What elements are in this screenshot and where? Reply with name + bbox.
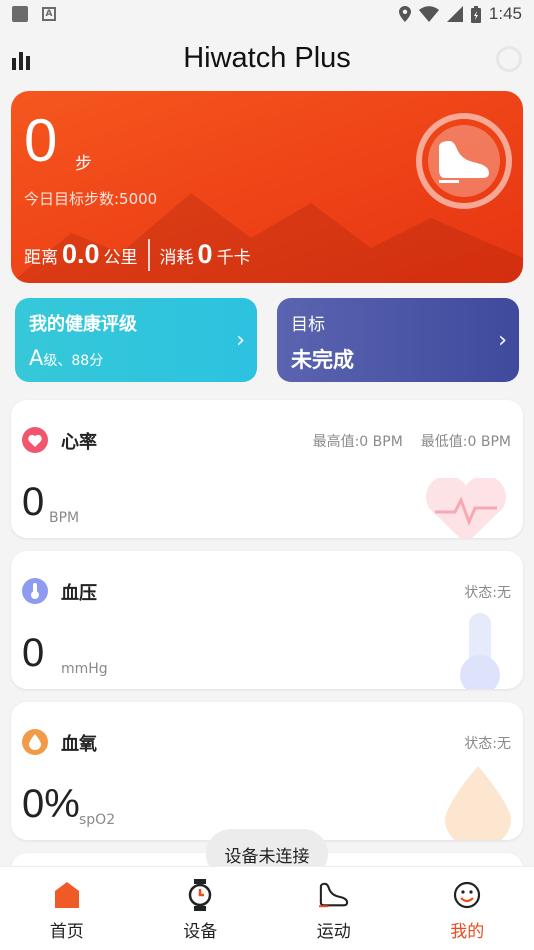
- sync-icon[interactable]: [496, 46, 522, 72]
- heart-icon: [22, 427, 48, 453]
- location-icon: [398, 6, 411, 22]
- heart-rate-unit: BPM: [49, 510, 80, 526]
- distance-unit: 公里: [103, 248, 138, 268]
- heart-watermark-icon: [425, 478, 507, 538]
- clock: 1:45: [488, 4, 522, 23]
- chevron-right-icon: ›: [498, 328, 507, 353]
- nav-home-label: 首页: [49, 922, 84, 942]
- oxygen-icon: [22, 729, 48, 755]
- health-grade-suffix: 级、88分: [43, 353, 104, 369]
- calories-value: 0: [197, 239, 213, 269]
- blood-oxygen-card[interactable]: 血氧 状态:无 0% spO2: [11, 702, 523, 840]
- distance-calories-row: 距离 0.0 公里 消耗 0 千卡: [24, 239, 251, 271]
- target-status: 未完成: [291, 348, 354, 372]
- nav-device-label: 设备: [183, 922, 218, 942]
- divider: [147, 239, 150, 271]
- app-header: Hiwatch Plus: [0, 40, 534, 84]
- nav-device[interactable]: 设备: [134, 867, 268, 950]
- heart-rate-value: 0: [22, 480, 45, 524]
- notification-icon: [12, 6, 28, 22]
- health-rating-card[interactable]: 我的健康评级 A级、88分 ›: [15, 298, 257, 382]
- app-title: Hiwatch Plus: [183, 42, 351, 74]
- nav-mine[interactable]: 我的: [401, 867, 534, 950]
- health-rating-title: 我的健康评级: [29, 314, 137, 335]
- nav-sport[interactable]: 运动: [267, 867, 401, 950]
- blood-oxygen-status: 状态:无: [464, 736, 511, 752]
- sport-shoe-icon: [318, 880, 349, 910]
- nav-home[interactable]: 首页: [0, 867, 134, 950]
- watch-icon: [185, 879, 215, 911]
- blood-oxygen-value: 0%: [22, 782, 80, 826]
- blood-pressure-status: 状态:无: [464, 585, 511, 601]
- distance-label: 距离: [24, 248, 58, 268]
- heart-rate-range: 最高值:0 BPM 最低值:0 BPM: [313, 431, 511, 451]
- calories-label: 消耗: [159, 248, 194, 268]
- blood-pressure-unit: mmHg: [61, 661, 108, 677]
- health-grade: A: [29, 346, 44, 370]
- chevron-right-icon: ›: [236, 328, 245, 353]
- home-icon: [52, 880, 82, 910]
- steps-card[interactable]: 0 步 今日目标步数:5000 距离 0.0 公里 消耗 0 千卡: [11, 91, 523, 283]
- calories-unit: 千卡: [216, 248, 251, 268]
- health-rating-value: A级、88分: [29, 346, 103, 370]
- battery-icon: [470, 5, 481, 23]
- blood-oxygen-unit: spO2: [79, 812, 116, 828]
- smile-icon: [452, 880, 482, 910]
- distance-value: 0.0: [62, 239, 100, 269]
- wifi-icon: [418, 6, 439, 22]
- target-card[interactable]: 目标 未完成 ›: [277, 298, 519, 382]
- blood-pressure-title: 血压: [61, 583, 97, 604]
- steps-unit: 步: [75, 154, 92, 174]
- steps-goal: 今日目标步数:5000: [24, 190, 158, 208]
- steps-value: 0: [24, 107, 58, 174]
- oxygen-drop-watermark-icon: [445, 766, 511, 840]
- heart-rate-min: 最低值:0 BPM: [420, 434, 511, 450]
- nav-mine-label: 我的: [450, 922, 485, 942]
- nav-sport-label: 运动: [316, 922, 351, 942]
- shoe-icon: [416, 113, 512, 209]
- status-bar: A 1:45: [0, 0, 534, 28]
- heart-rate-card[interactable]: 心率 最高值:0 BPM 最低值:0 BPM 0 BPM: [11, 400, 523, 538]
- heart-rate-max: 最高值:0 BPM: [312, 434, 403, 450]
- blood-pressure-card[interactable]: 血压 状态:无 0 mmHg: [11, 551, 523, 689]
- signal-icon: [446, 6, 463, 22]
- blood-pressure-value: 0: [22, 631, 45, 675]
- bottom-nav: 首页 设备 运动 我的: [0, 866, 534, 950]
- target-title: 目标: [291, 315, 325, 335]
- app-notification-icon: A: [42, 7, 56, 21]
- thermometer-watermark-icon: [460, 613, 500, 689]
- heart-rate-title: 心率: [61, 432, 97, 453]
- blood-oxygen-title: 血氧: [61, 734, 97, 755]
- thermometer-icon: [22, 578, 48, 604]
